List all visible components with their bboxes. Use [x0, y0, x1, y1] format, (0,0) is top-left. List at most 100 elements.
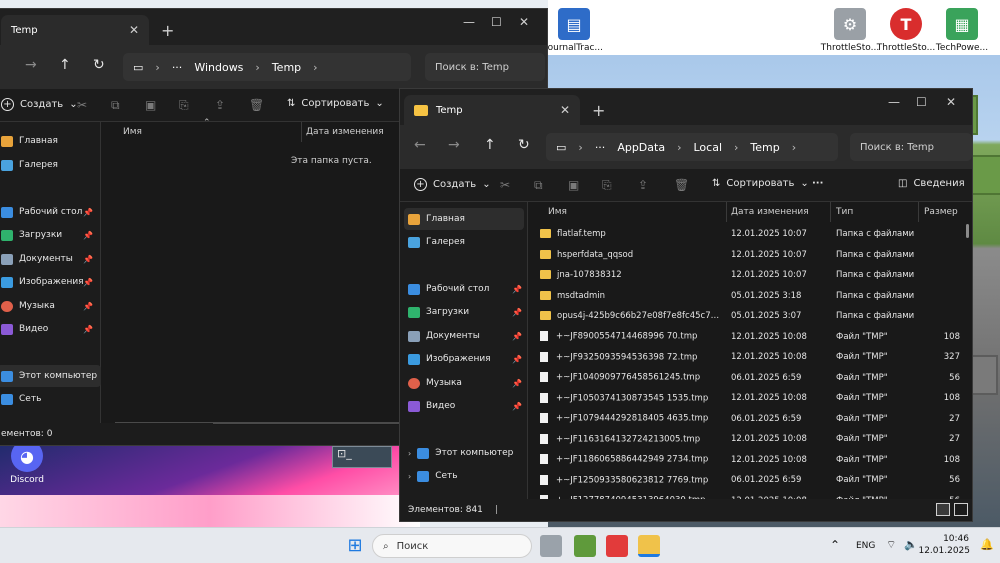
- cut-icon[interactable]: ✂: [500, 178, 510, 192]
- desktop-icon-techpowerup[interactable]: ▦ TechPowe...: [930, 8, 994, 53]
- pin-icon[interactable]: 📌: [512, 379, 522, 388]
- paste-icon[interactable]: ▣: [145, 98, 156, 112]
- pin-icon[interactable]: 📌: [512, 285, 522, 294]
- sidebar-item-documents[interactable]: Документы 📌: [404, 325, 526, 347]
- start-button[interactable]: ⊞: [344, 535, 366, 557]
- desktop-icon-throttlestop-2[interactable]: T ThrottleSto...: [874, 8, 938, 53]
- refresh-icon[interactable]: ↻: [518, 137, 530, 153]
- anydesk-icon[interactable]: [606, 535, 628, 557]
- tab-temp[interactable]: Temp ✕: [1, 15, 149, 45]
- table-row[interactable]: +~JF9325093594536398 72.tmp 12.01.2025 10…: [528, 347, 972, 367]
- column-header-name[interactable]: Имя: [123, 122, 303, 142]
- new-tab-button[interactable]: +: [592, 101, 605, 120]
- cut-icon[interactable]: ✂: [77, 98, 87, 112]
- create-button[interactable]: + Создать ⌄: [1, 98, 78, 111]
- table-row[interactable]: +~JF1186065886442949 2734.tmp 12.01.2025 …: [528, 450, 972, 470]
- sidebar-item-downloads[interactable]: Загрузки 📌: [0, 224, 97, 246]
- sidebar-item-documents[interactable]: Документы 📌: [0, 248, 97, 270]
- paste-icon[interactable]: ▣: [568, 178, 579, 192]
- close-tab-icon[interactable]: ✕: [129, 23, 139, 37]
- sidebar-item-desktop[interactable]: Рабочий стол 📌: [404, 278, 526, 300]
- table-row[interactable]: flatlaf.temp 12.01.2025 10:07 Папка с файл…: [528, 224, 972, 244]
- sidebar-item-main[interactable]: Главная: [0, 130, 97, 152]
- pin-icon[interactable]: 📌: [83, 231, 93, 240]
- table-row[interactable]: +~JF1163164132724213005.tmp 12.01.2025 10…: [528, 429, 972, 449]
- sidebar-item-gallery[interactable]: Галерея: [0, 154, 97, 176]
- forward-icon[interactable]: →: [25, 57, 37, 73]
- column-header-size[interactable]: Размер: [918, 202, 972, 222]
- maximize-button[interactable]: ☐: [916, 95, 927, 109]
- table-row[interactable]: +~JF8900554714468996 70.tmp 12.01.2025 10…: [528, 327, 972, 347]
- up-icon[interactable]: ↑: [59, 57, 71, 73]
- copy-icon[interactable]: ⧉: [111, 98, 120, 113]
- wifi-icon[interactable]: ⌔: [886, 538, 896, 552]
- table-row[interactable]: +~JF1250933580623812 7769.tmp 06.01.2025 …: [528, 470, 972, 490]
- copy-icon[interactable]: ⧉: [534, 178, 543, 193]
- chevron-right-icon[interactable]: ›: [408, 449, 411, 458]
- create-button[interactable]: + Создать ⌄: [414, 178, 491, 191]
- sidebar-item-images[interactable]: Изображения 📌: [0, 271, 97, 293]
- pin-icon[interactable]: 📌: [83, 255, 93, 264]
- table-row[interactable]: msdtadmin 05.01.2025 3:18 Папка с файлами: [528, 286, 972, 306]
- taskbar-search[interactable]: ⌕ Поиск: [372, 534, 532, 558]
- vertical-scrollbar[interactable]: [966, 224, 969, 238]
- minimize-button[interactable]: —: [888, 95, 900, 109]
- maximize-button[interactable]: ☐: [491, 15, 502, 29]
- breadcrumb-appdata[interactable]: AppData: [617, 141, 665, 154]
- sidebar-item-network[interactable]: Сеть: [0, 388, 97, 410]
- delete-icon[interactable]: 🗑: [249, 98, 264, 112]
- clock-time[interactable]: 10:46: [929, 534, 969, 544]
- pin-icon[interactable]: 📌: [83, 302, 93, 311]
- language-indicator[interactable]: ENG: [856, 541, 875, 551]
- sidebar-item-gallery[interactable]: Галерея: [404, 231, 524, 253]
- close-tab-icon[interactable]: ✕: [560, 103, 570, 117]
- up-icon[interactable]: ↑: [484, 137, 496, 153]
- close-button[interactable]: ✕: [519, 15, 529, 29]
- address-bar[interactable]: ▭ › ··· AppData › Local › Temp ›: [546, 133, 838, 161]
- forward-icon[interactable]: →: [448, 137, 460, 153]
- sidebar-item-this-pc[interactable]: Этот компьютер: [0, 365, 101, 387]
- share-icon[interactable]: ⇪: [215, 98, 225, 112]
- share-icon[interactable]: ⇪: [638, 178, 648, 192]
- new-tab-button[interactable]: +: [161, 21, 174, 40]
- table-row[interactable]: hsperfdata_qqsod 12.01.2025 10:07 Папка с …: [528, 245, 972, 265]
- breadcrumb-local[interactable]: Local: [693, 141, 722, 154]
- table-row[interactable]: +~JF1079444292818405 4635.tmp 06.01.2025 …: [528, 409, 972, 429]
- desktop-icon-throttlestop-1[interactable]: ⚙ ThrottleSto...: [818, 8, 882, 53]
- sidebar-item-this-pc[interactable]: › Этот компьютер: [404, 442, 526, 464]
- task-view-icon[interactable]: [540, 535, 562, 557]
- back-icon[interactable]: ←: [414, 137, 426, 153]
- pin-icon[interactable]: 📌: [83, 278, 93, 287]
- column-header-date[interactable]: Дата изменения: [726, 202, 830, 222]
- tab-temp[interactable]: Temp ✕: [404, 95, 580, 125]
- desktop-icon-discord[interactable]: ◕ Discord: [0, 440, 59, 485]
- breadcrumb-temp[interactable]: Temp: [750, 141, 779, 154]
- chevron-right-icon[interactable]: ›: [408, 472, 411, 481]
- breadcrumb-windows[interactable]: Windows: [194, 61, 243, 74]
- pin-icon[interactable]: 📌: [512, 332, 522, 341]
- pin-icon[interactable]: 📌: [83, 208, 93, 217]
- sidebar-item-music[interactable]: Музыка 📌: [404, 372, 526, 394]
- sort-button[interactable]: ⇅ Сортировать ⌄: [287, 98, 384, 109]
- details-button[interactable]: ◫ Сведения: [898, 178, 965, 189]
- pin-icon[interactable]: 📌: [512, 355, 522, 364]
- column-header-type[interactable]: Тип: [830, 202, 918, 222]
- clock-date[interactable]: 12.01.2025: [915, 546, 970, 556]
- pin-icon[interactable]: 📌: [512, 402, 522, 411]
- rename-icon[interactable]: ⎘: [179, 98, 189, 113]
- tiles-view-button[interactable]: [954, 503, 968, 516]
- table-row[interactable]: +~JF1050374130873545 1535.tmp 12.01.2025 …: [528, 388, 972, 408]
- notification-bell-icon[interactable]: 🔔: [980, 538, 994, 551]
- sidebar-item-desktop[interactable]: Рабочий стол 📌: [0, 201, 97, 223]
- details-view-button[interactable]: [936, 503, 950, 516]
- breadcrumb-temp[interactable]: Temp: [272, 61, 301, 74]
- more-options-button[interactable]: ···: [812, 178, 823, 189]
- table-row[interactable]: +~JF1040909776458561245.tmp 06.01.2025 6:…: [528, 368, 972, 388]
- terminal-icon[interactable]: ⊡_: [332, 446, 392, 468]
- search-input[interactable]: Поиск в: Temp: [425, 53, 545, 81]
- pin-icon[interactable]: 📌: [512, 308, 522, 317]
- minimize-button[interactable]: —: [463, 15, 475, 29]
- address-bar[interactable]: ▭ › ··· Windows › Temp ›: [123, 53, 411, 81]
- minecraft-icon[interactable]: [574, 535, 596, 557]
- sidebar-item-video[interactable]: Видео 📌: [0, 318, 97, 340]
